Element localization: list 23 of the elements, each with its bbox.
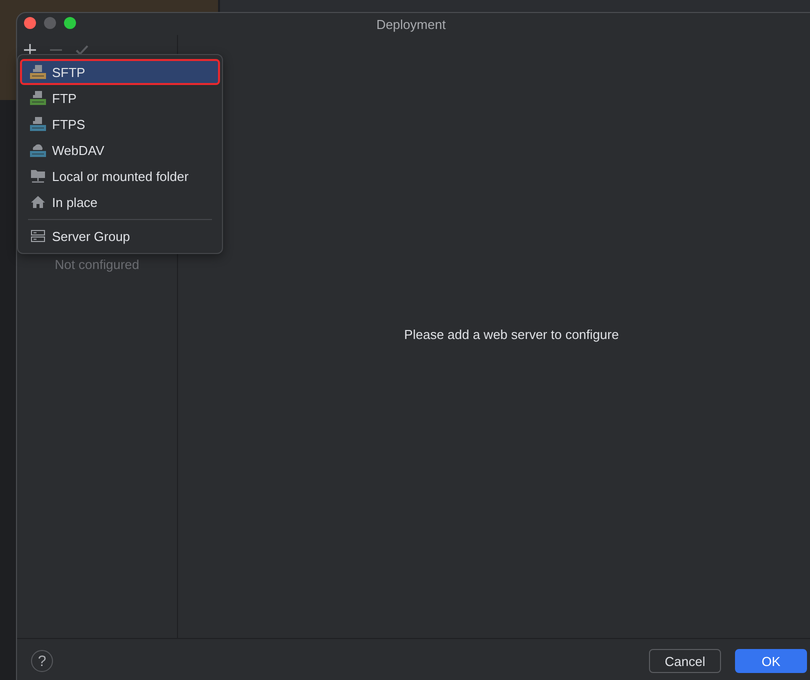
menu-item[interactable]: FTP — [20, 85, 220, 111]
sftp-icon — [30, 64, 46, 80]
menu-item[interactable]: WebDAV — [20, 137, 220, 163]
network-folder-icon — [30, 168, 46, 184]
server-group-icon — [30, 228, 46, 244]
empty-list-text: Not configured — [54, 257, 140, 272]
home-icon — [30, 194, 46, 210]
cancel-button[interactable]: Cancel — [649, 649, 721, 673]
ok-button[interactable]: OK — [735, 649, 807, 673]
empty-state-message: Please add a web server to configure — [404, 327, 619, 342]
menu-item[interactable]: FTPS — [20, 111, 220, 137]
menu-item[interactable]: In place — [20, 189, 220, 215]
add-icon[interactable] — [23, 43, 37, 57]
cloud-icon — [30, 142, 46, 158]
menu-item[interactable]: SFTP — [20, 59, 220, 85]
window-title: Deployment — [375, 16, 447, 32]
menu-item[interactable]: Server Group — [20, 223, 220, 249]
menu-item[interactable]: Local or mounted folder — [20, 163, 220, 189]
ftps-icon — [30, 116, 46, 132]
ftp-icon — [30, 90, 46, 106]
help-button[interactable]: ? — [31, 650, 53, 672]
zoom-icon[interactable] — [64, 17, 76, 29]
close-icon[interactable] — [24, 17, 36, 29]
